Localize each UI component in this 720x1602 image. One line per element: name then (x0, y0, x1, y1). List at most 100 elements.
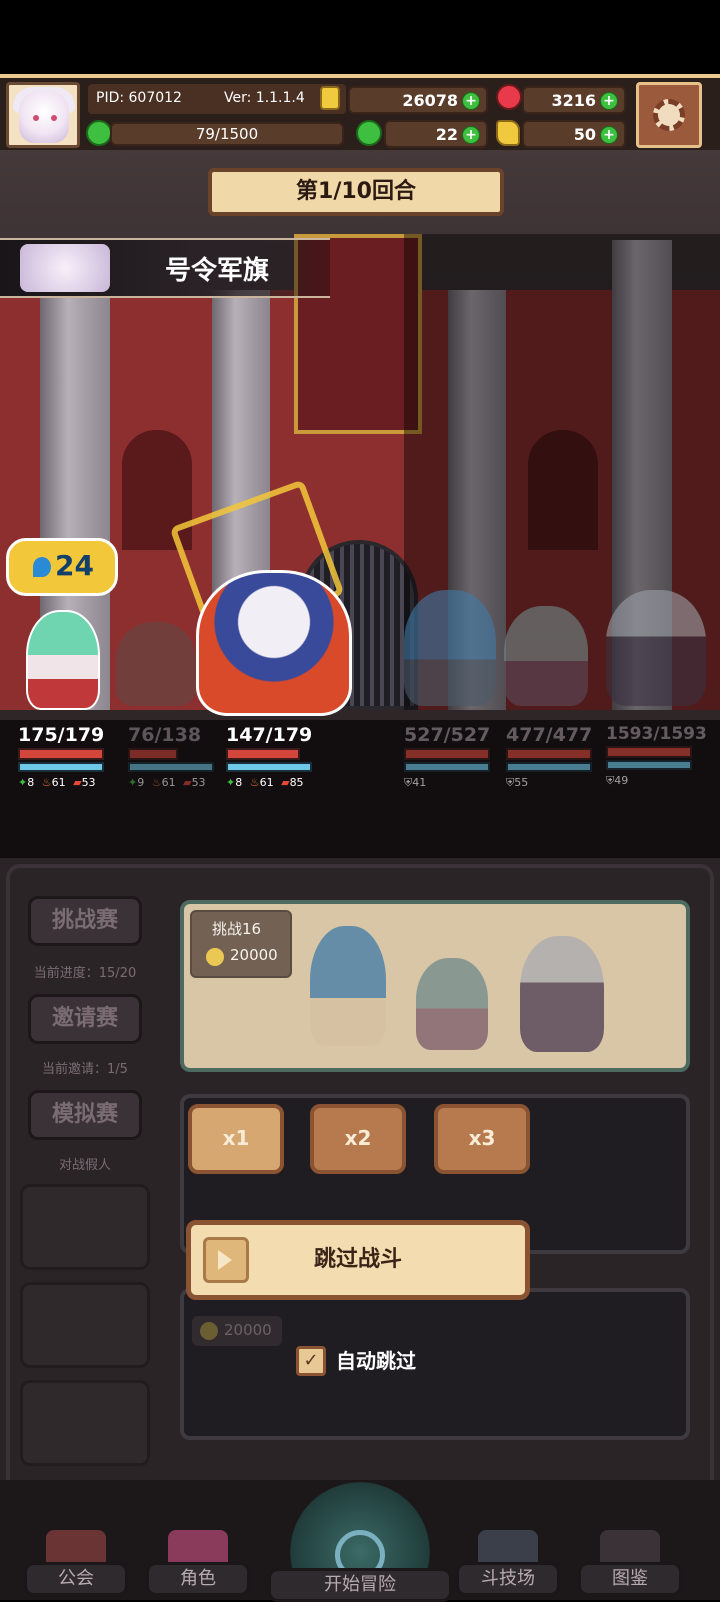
enemy-1[interactable] (404, 590, 496, 706)
ally-hero-3[interactable] (196, 570, 352, 716)
skill-name: 号令军旗 (165, 256, 270, 286)
nav-arena[interactable]: 斗技场 (456, 1530, 560, 1600)
auto-skip-label: 自动跳过 (336, 1349, 416, 1373)
settings-button[interactable] (636, 82, 702, 148)
enemy-1-shield: 41 (412, 776, 427, 789)
enemy-2-shield: 55 (514, 776, 529, 789)
simulation-card[interactable]: 20000 (180, 1288, 690, 1440)
scroll-counter: 50 + (522, 120, 626, 148)
invite-tab[interactable]: 邀请赛 (28, 994, 142, 1044)
opponent-2-sprite (416, 958, 488, 1050)
ruby-icon (496, 84, 522, 110)
water-drop-icon (33, 557, 51, 577)
gold-coin-icon (320, 86, 340, 110)
ally-3-atk: 8 (235, 776, 243, 789)
ally-1-hp: 175/179 (18, 724, 105, 746)
ally-hero-1[interactable] (26, 610, 100, 710)
challenge-progress: 当前进度：15/20 (33, 966, 137, 981)
coin-icon (200, 1322, 218, 1340)
simulation-note: 对战假人 (58, 1158, 111, 1173)
round-text: 第1/10回合 (296, 179, 416, 204)
ally-3-fire: 61 (259, 776, 274, 789)
nav-start-label: 开始冒险 (268, 1568, 452, 1602)
empty-slot (20, 1282, 150, 1368)
ally-2-hp: 76/138 (128, 724, 202, 746)
ally-1-fire: 61 (51, 776, 66, 789)
skip-battle-label: 跳过战斗 (313, 1247, 402, 1272)
opponent-3-sprite (520, 936, 604, 1052)
challenge-title: 挑战16 (212, 920, 262, 938)
speed-x2-button[interactable]: x2 (310, 1104, 406, 1174)
gear-icon (653, 99, 685, 131)
clover-icon (86, 120, 112, 146)
ally-1-atk: 8 (27, 776, 35, 789)
sim-reward: 20000 (224, 1321, 272, 1339)
enemy-2-status: 477/477 ⛨55 (506, 724, 606, 790)
ally-3-hp: 147/179 (226, 724, 313, 746)
speed-x1-label: x1 (222, 1126, 250, 1150)
ally-1-spd: 53 (81, 776, 96, 789)
nav-guild[interactable]: 公会 (24, 1530, 128, 1600)
invite-progress: 当前邀请：1/5 (42, 1062, 128, 1077)
enemy-3-shield: 49 (614, 774, 629, 787)
enemy-1-status: 527/527 ⛨41 (404, 724, 504, 790)
enemy-2[interactable] (504, 606, 588, 706)
gold-counter: 26078 + (348, 86, 488, 114)
speed-x3-label: x3 (468, 1126, 496, 1150)
challenge-info: 挑战16 20000 (190, 910, 292, 978)
enemy-2-hp: 477/477 (506, 724, 593, 746)
opponent-1-sprite (310, 926, 386, 1046)
round-badge: 第1/10回合 (208, 168, 504, 216)
player-id: PID: 607012 (96, 90, 182, 106)
gold-value: 26078 (402, 91, 458, 110)
add-clover-button[interactable]: + (462, 126, 480, 144)
simulation-tab[interactable]: 模拟赛 (28, 1090, 142, 1140)
add-gold-button[interactable]: + (462, 92, 480, 110)
sim-reward-box: 20000 (192, 1316, 282, 1346)
clover-value: 22 (435, 125, 458, 144)
nav-arena-label: 斗技场 (456, 1562, 560, 1596)
enemy-1-hp: 527/527 (404, 724, 491, 746)
challenge-tab[interactable]: 挑战赛 (28, 896, 142, 946)
auto-skip-checkbox[interactable]: ✓ (296, 1346, 326, 1376)
coin-icon (206, 948, 224, 966)
skip-battle-button[interactable]: 跳过战斗 (186, 1220, 530, 1300)
skill-caster-portrait (20, 244, 110, 292)
ally-3-status: 147/179 ✦8 ♨61 ▰85 (226, 724, 326, 789)
ally-1-status: 175/179 ✦8 ♨61 ▰53 (18, 724, 118, 789)
scroll-icon (496, 120, 520, 146)
ally-2-spd: 53 (191, 776, 206, 789)
ally-hero-2[interactable] (116, 622, 196, 706)
clover-currency-icon (356, 120, 382, 146)
clover-counter: 22 + (384, 120, 488, 148)
status-bar (0, 0, 720, 74)
nav-guild-label: 公会 (24, 1562, 128, 1596)
unit-status-strip: 175/179 ✦8 ♨61 ▰53 76/138 ✦9 ♨61 ▰53 147… (0, 720, 720, 858)
speed-x2-label: x2 (344, 1126, 372, 1150)
player-avatar[interactable] (6, 82, 80, 148)
add-scroll-button[interactable]: + (600, 126, 618, 144)
nav-codex-label: 图鉴 (578, 1562, 682, 1596)
simulation-tab-label: 模拟赛 (51, 1102, 118, 1127)
version-text: Ver: 1.1.1.4 (224, 90, 305, 106)
exp-bar: 79/1500 (110, 122, 344, 146)
nav-character-label: 角色 (146, 1562, 250, 1596)
enemy-3[interactable] (606, 590, 706, 706)
challenge-card[interactable]: 挑战16 20000 (180, 900, 690, 1072)
gem-counter: 3216 + (522, 86, 626, 114)
nav-codex[interactable]: 图鉴 (578, 1530, 682, 1600)
ally-2-atk: 9 (137, 776, 145, 789)
enemy-3-status: 1593/1593 ⛨49 (606, 724, 707, 787)
skill-banner: 号令军旗 (0, 238, 330, 298)
empty-slot (20, 1380, 150, 1466)
add-gem-button[interactable]: + (600, 92, 618, 110)
scroll-value: 50 (573, 125, 596, 144)
ally-3-spd: 85 (289, 776, 304, 789)
player-info-panel: PID: 607012 Ver: 1.1.1.4 (88, 84, 346, 114)
nav-start-adventure[interactable]: 开始冒险 (268, 1530, 452, 1602)
empty-slot (20, 1184, 150, 1270)
nav-character[interactable]: 角色 (146, 1530, 250, 1600)
ally-2-status: 76/138 ✦9 ♨61 ▰53 (128, 724, 228, 789)
speed-x3-button[interactable]: x3 (434, 1104, 530, 1174)
speed-x1-button[interactable]: x1 (188, 1104, 284, 1174)
